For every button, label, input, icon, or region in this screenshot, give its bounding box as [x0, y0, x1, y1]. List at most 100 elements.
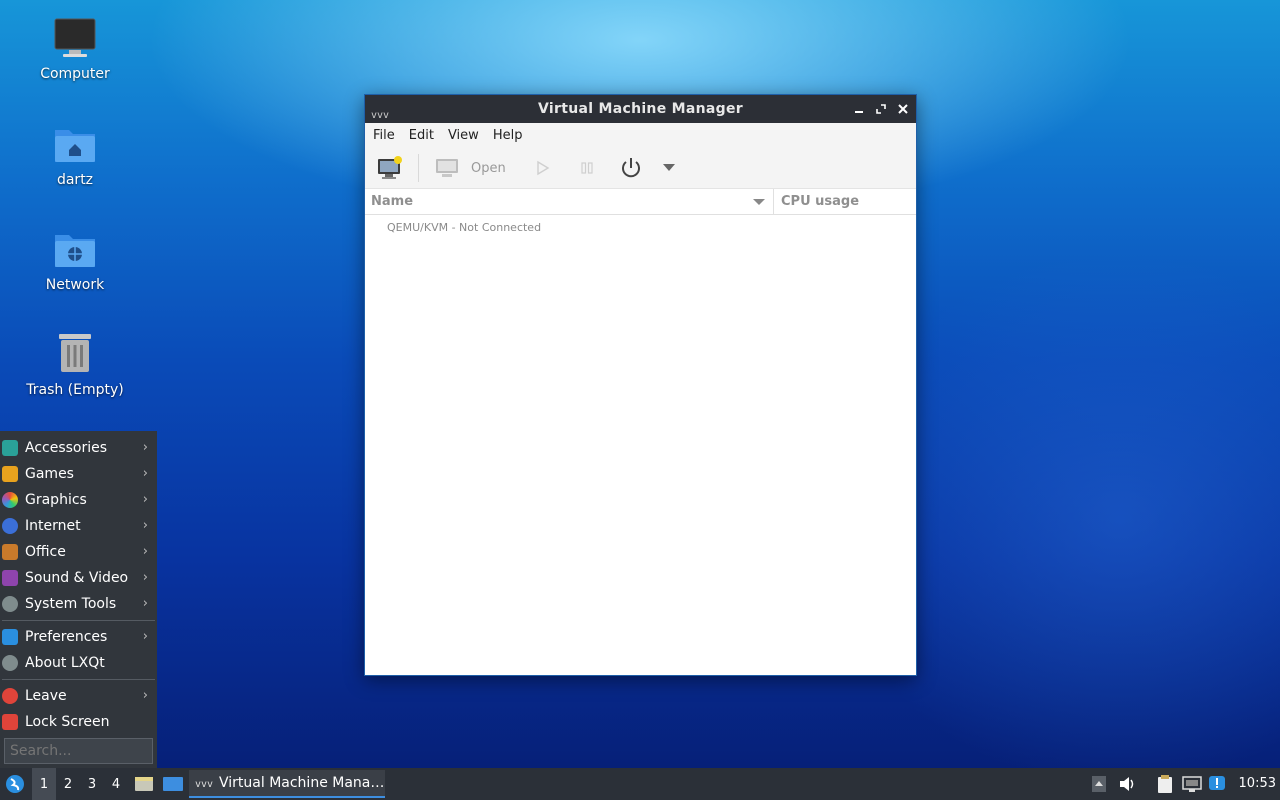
desktop-switch-3[interactable]: 3	[80, 768, 104, 800]
app-window-icon[interactable]: vvv	[371, 104, 389, 123]
menu-item-label: System Tools	[25, 596, 117, 612]
close-button[interactable]	[896, 99, 910, 119]
menu-item-label: Games	[25, 466, 74, 482]
chevron-right-icon: ›	[142, 492, 148, 507]
desktop-icon-computer[interactable]: Computer	[20, 16, 130, 82]
desktop-icon-label: Trash (Empty)	[26, 382, 124, 398]
menu-edit[interactable]: Edit	[402, 128, 441, 143]
show-desktop-button[interactable]	[162, 768, 184, 800]
chevron-right-icon: ›	[142, 518, 148, 533]
graphics-icon	[2, 492, 18, 508]
info-icon	[2, 655, 18, 671]
menu-search-input[interactable]	[4, 738, 153, 764]
menu-item-internet[interactable]: Internet ›	[0, 513, 157, 539]
open-button[interactable]: Open	[435, 158, 506, 178]
desktop-icon-network[interactable]: Network	[20, 227, 130, 293]
vm-list-header: Name CPU usage	[365, 189, 916, 215]
desktop-icon-label: Network	[45, 277, 105, 293]
main-menu-button[interactable]	[5, 768, 27, 800]
monitor-icon	[436, 159, 458, 177]
menu-item-about[interactable]: About LXQt	[0, 650, 157, 676]
menu-item-preferences[interactable]: Preferences ›	[0, 624, 157, 650]
menu-item-sound-video[interactable]: Sound & Video ›	[0, 565, 157, 591]
play-icon	[537, 160, 550, 176]
menu-item-label: Office	[25, 544, 66, 560]
menu-item-lock-screen[interactable]: Lock Screen	[0, 709, 157, 735]
menu-item-label: Lock Screen	[25, 714, 110, 730]
chevron-right-icon: ›	[142, 544, 148, 559]
menu-item-games[interactable]: Games ›	[0, 461, 157, 487]
menu-item-system-tools[interactable]: System Tools ›	[0, 591, 157, 617]
taskbar-item-label: Virtual Machine Mana…	[219, 775, 385, 791]
start-menu: Accessories › Games › Graphics › Interne…	[0, 431, 157, 768]
desktop-switch-2[interactable]: 2	[56, 768, 80, 800]
open-label: Open	[471, 160, 506, 176]
chevron-right-icon: ›	[142, 629, 148, 644]
internet-icon	[2, 518, 18, 534]
tray-expand-button[interactable]	[1092, 768, 1106, 800]
minimize-icon	[855, 111, 863, 113]
vmm-app-icon: vvv	[195, 778, 215, 788]
notification-button[interactable]	[1208, 768, 1226, 800]
menu-item-label: Graphics	[25, 492, 87, 508]
menu-item-label: Accessories	[25, 440, 108, 456]
games-icon	[2, 466, 18, 482]
maximize-button[interactable]	[874, 99, 888, 119]
desktop-icon-home[interactable]: dartz	[20, 122, 130, 188]
power-icon	[2, 688, 18, 704]
vmm-window: vvv Virtual Machine Manager File Edit Vi…	[364, 94, 917, 676]
network-tray-button[interactable]	[1182, 768, 1202, 800]
desktop-icon-trash[interactable]: Trash (Empty)	[20, 332, 130, 398]
computer-icon	[53, 16, 97, 60]
pause-button[interactable]	[579, 160, 595, 176]
accessories-icon	[2, 440, 18, 456]
chevron-right-icon: ›	[142, 466, 148, 481]
taskbar-item-vmm[interactable]: vvv Virtual Machine Mana…	[189, 770, 385, 798]
volume-button[interactable]	[1118, 768, 1138, 800]
connection-label: QEMU/KVM - Not Connected	[387, 221, 542, 234]
column-name-header[interactable]: Name	[365, 189, 774, 214]
svg-text:vvv: vvv	[195, 779, 213, 788]
column-cpu-header[interactable]: CPU usage	[774, 189, 859, 214]
menu-item-leave[interactable]: Leave ›	[0, 683, 157, 709]
shutdown-menu-button[interactable]	[663, 164, 675, 172]
column-name-label: Name	[371, 194, 414, 209]
clipboard-button[interactable]	[1156, 768, 1174, 800]
window-title: Virtual Machine Manager	[538, 101, 743, 117]
file-manager-icon	[135, 777, 153, 791]
column-cpu-label: CPU usage	[781, 194, 860, 209]
menu-item-office[interactable]: Office ›	[0, 539, 157, 565]
taskbar: 1 2 3 4 vvv Virtual Machine Mana… 10:53	[0, 768, 1280, 800]
home-folder-icon	[53, 122, 97, 166]
menu-item-label: Leave	[25, 688, 67, 704]
power-icon	[622, 158, 640, 178]
menu-item-label: Internet	[25, 518, 81, 534]
menu-help[interactable]: Help	[486, 128, 530, 143]
volume-icon	[1120, 777, 1134, 791]
menu-item-accessories[interactable]: Accessories ›	[0, 435, 157, 461]
file-manager-launcher[interactable]	[134, 768, 154, 800]
clipboard-icon	[1158, 775, 1172, 793]
run-button[interactable]	[535, 160, 551, 176]
shutdown-button[interactable]	[619, 156, 643, 180]
connection-row[interactable]: QEMU/KVM - Not Connected	[365, 215, 916, 241]
window-titlebar[interactable]: vvv Virtual Machine Manager	[365, 95, 916, 123]
desktop-icon-label: dartz	[56, 172, 94, 188]
toolbar: Open	[365, 148, 916, 189]
menu-item-graphics[interactable]: Graphics ›	[0, 487, 157, 513]
minimize-button[interactable]	[852, 99, 866, 119]
new-vm-button[interactable]	[377, 156, 403, 180]
close-icon	[898, 104, 908, 114]
dropdown-arrow-icon	[663, 164, 675, 171]
lock-icon	[2, 714, 18, 730]
sound-video-icon	[2, 570, 18, 586]
desktop-switch-1[interactable]: 1	[32, 768, 56, 800]
clock[interactable]: 10:53	[1239, 768, 1276, 800]
notification-icon	[1209, 776, 1225, 790]
menu-file[interactable]: File	[366, 128, 402, 143]
desktop-switch-4[interactable]: 4	[104, 768, 128, 800]
office-icon	[2, 544, 18, 560]
toolbar-separator	[418, 154, 419, 182]
new-vm-icon	[378, 156, 402, 179]
menu-view[interactable]: View	[441, 128, 486, 143]
